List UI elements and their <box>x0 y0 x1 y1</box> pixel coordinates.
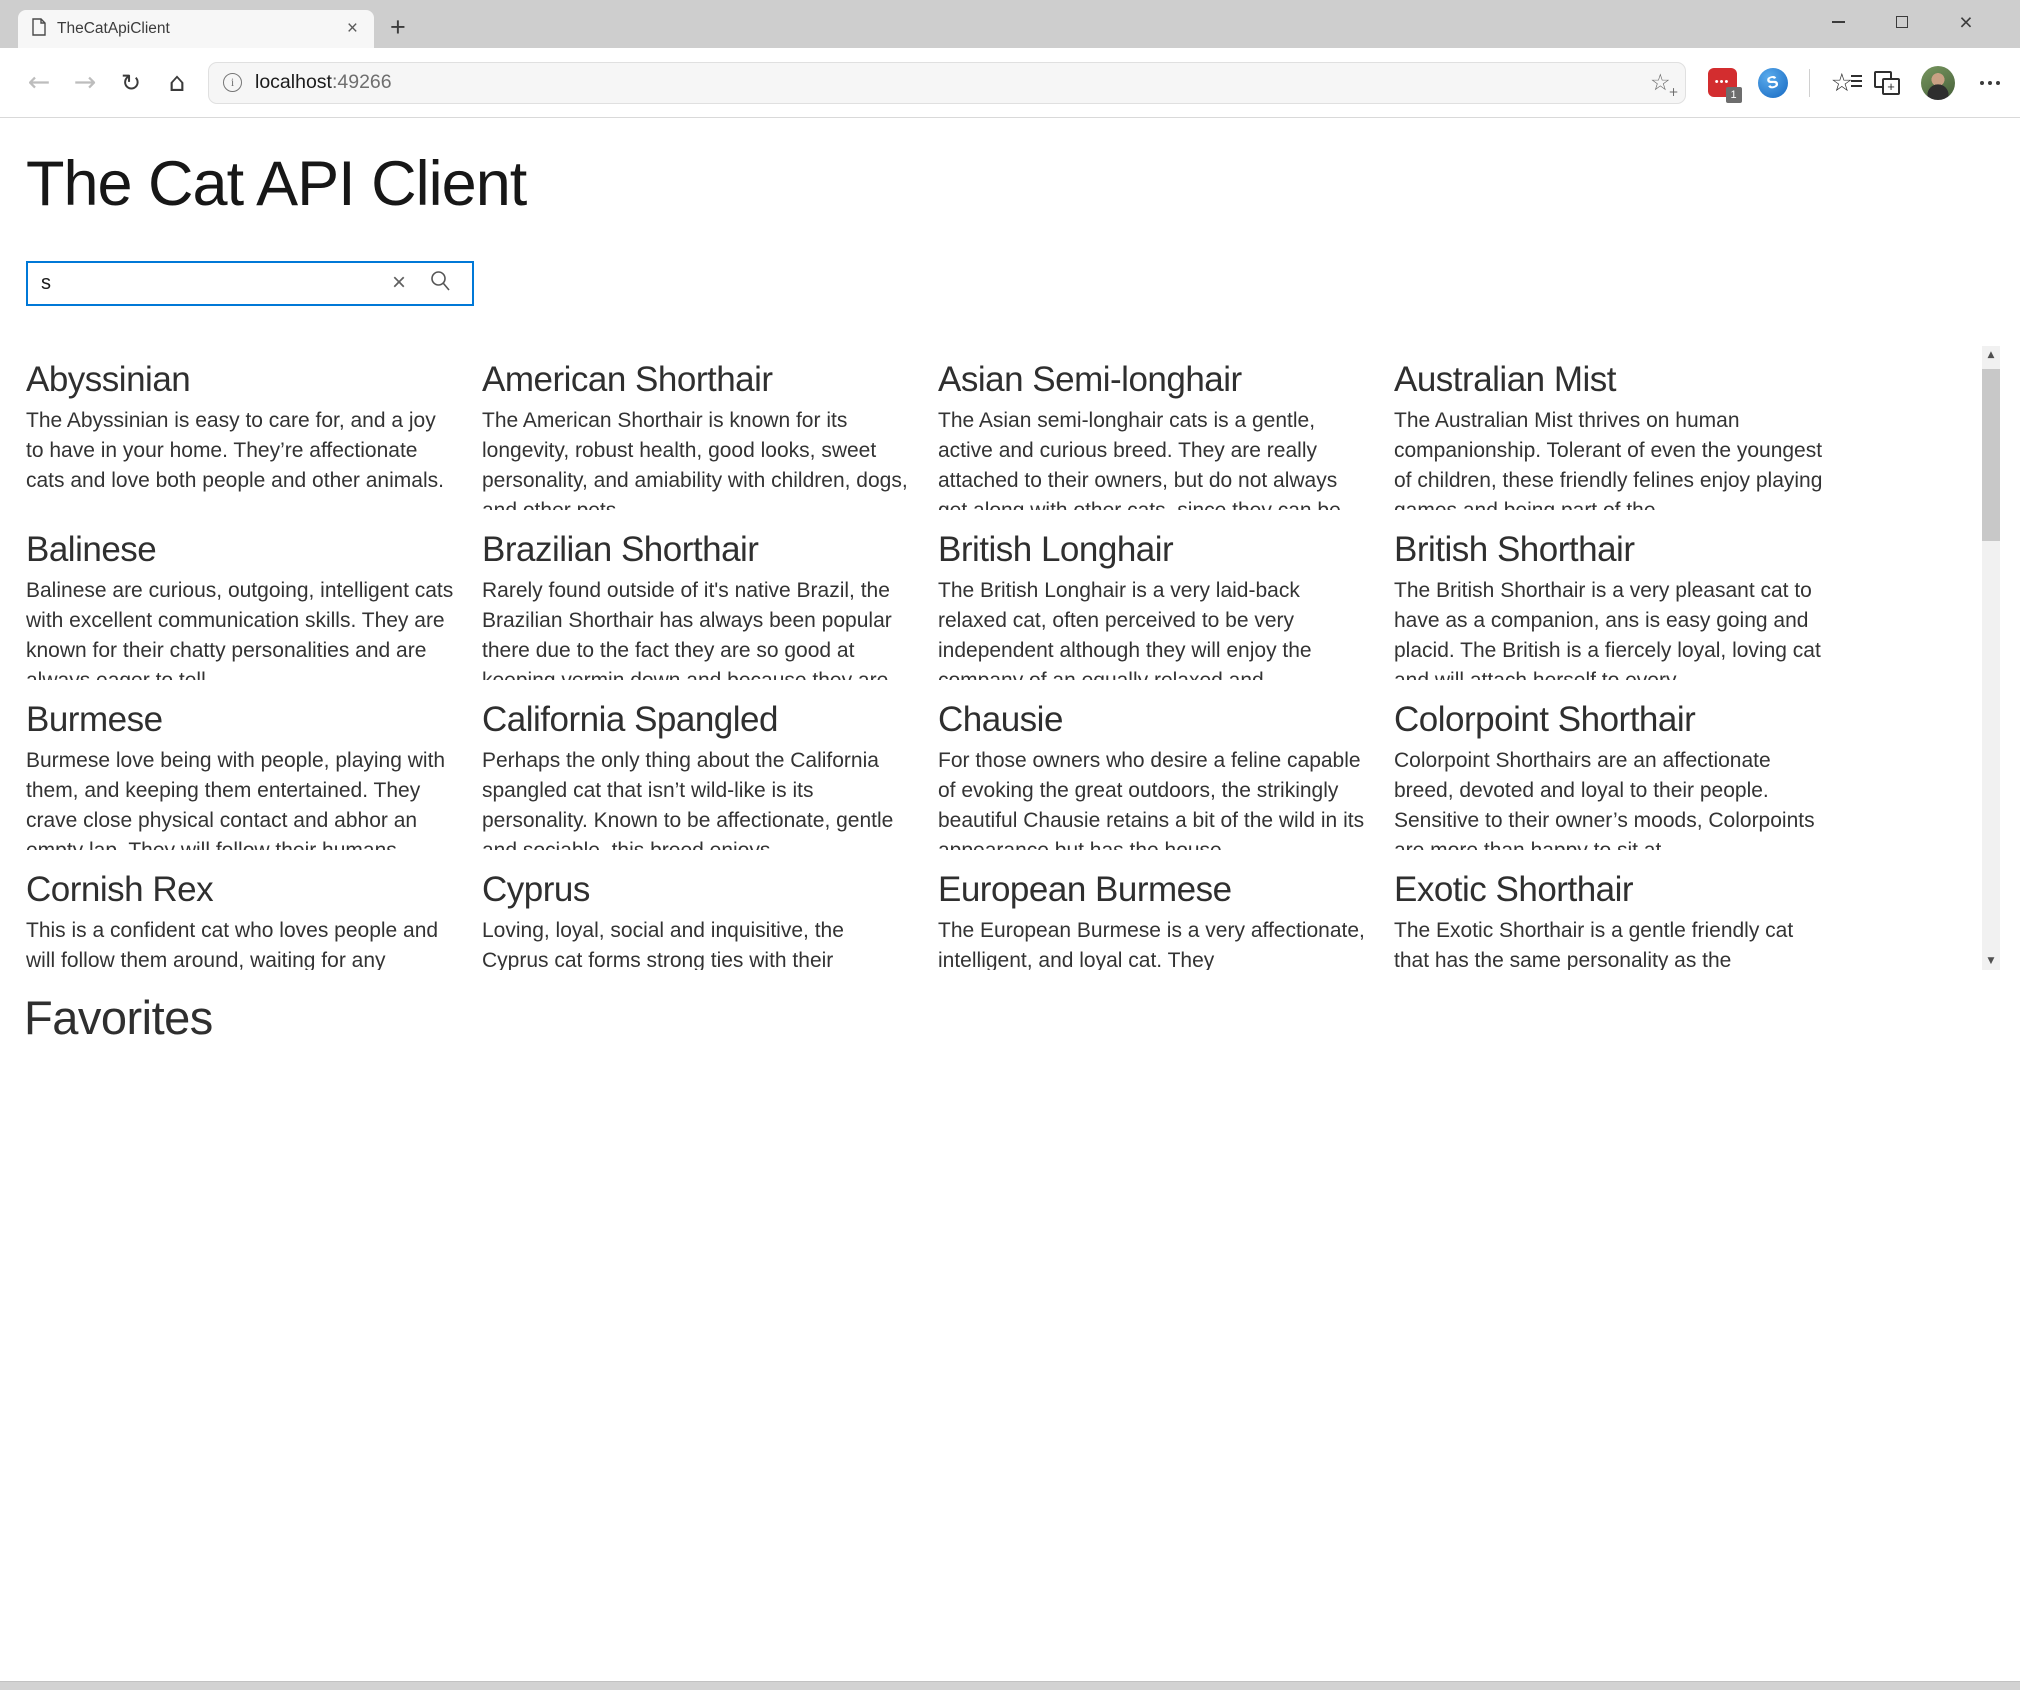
settings-menu-icon[interactable] <box>1976 81 2004 85</box>
collections-icon[interactable]: + <box>1874 71 1900 95</box>
password-extension-icon[interactable]: ••• 1 <box>1708 68 1737 97</box>
breed-description: Perhaps the only thing about the Califor… <box>482 746 914 850</box>
breed-card[interactable]: Cornish Rex This is a confident cat who … <box>26 868 458 970</box>
url-port: :49266 <box>332 71 392 93</box>
breed-name: Cyprus <box>482 868 914 912</box>
maximize-button[interactable] <box>1870 0 1934 44</box>
url-text: localhost:49266 <box>255 71 392 94</box>
tab-bar: TheCatApiClient × + × <box>0 0 2020 48</box>
toolbar-separator <box>1809 69 1810 97</box>
tab-thecatapiclient[interactable]: TheCatApiClient × <box>18 10 374 48</box>
breeds-grid: Abyssinian The Abyssinian is easy to car… <box>0 346 2020 970</box>
url-host: localhost <box>255 71 332 93</box>
new-tab-button[interactable]: + <box>390 10 406 44</box>
page-title: The Cat API Client <box>26 144 2020 226</box>
breed-description: For those owners who desire a feline cap… <box>938 746 1370 850</box>
breed-description: The Australian Mist thrives on human com… <box>1394 406 1826 510</box>
breed-name: Cornish Rex <box>26 868 458 912</box>
breed-card[interactable]: Exotic Shorthair The Exotic Shorthair is… <box>1394 868 1826 970</box>
breed-name: British Longhair <box>938 528 1370 572</box>
search-icon[interactable] <box>428 269 452 298</box>
breed-name: European Burmese <box>938 868 1370 912</box>
close-button[interactable]: × <box>1934 0 1998 44</box>
breed-name: Chausie <box>938 698 1370 742</box>
breed-name: American Shorthair <box>482 358 914 402</box>
favorites-list-icon[interactable]: ☆ <box>1831 68 1853 97</box>
breed-name: Exotic Shorthair <box>1394 868 1826 912</box>
breed-description: The American Shorthair is known for its … <box>482 406 914 510</box>
page-document-icon <box>32 18 46 41</box>
breed-card[interactable]: Brazilian Shorthair Rarely found outside… <box>482 528 914 680</box>
breed-card[interactable]: Australian Mist The Australian Mist thri… <box>1394 358 1826 510</box>
breed-card[interactable]: Chausie For those owners who desire a fe… <box>938 698 1370 850</box>
browser-toolbar: ← → ↻ ⌂ i localhost:49266 ☆+ ••• 1 S ☆ + <box>0 48 2020 118</box>
breed-name: Brazilian Shorthair <box>482 528 914 572</box>
breed-name: Asian Semi-longhair <box>938 358 1370 402</box>
tab-title: TheCatApiClient <box>57 20 341 38</box>
home-icon[interactable]: ⌂ <box>154 68 200 98</box>
refresh-icon[interactable]: ↻ <box>108 69 154 97</box>
tab-close-icon[interactable]: × <box>341 18 364 40</box>
breed-description: Burmese love being with people, playing … <box>26 746 458 850</box>
breed-card[interactable]: Burmese Burmese love being with people, … <box>26 698 458 850</box>
breed-description: The Asian semi-longhair cats is a gentle… <box>938 406 1370 510</box>
minimize-button[interactable] <box>1806 0 1870 44</box>
breed-description: This is a confident cat who loves people… <box>26 916 458 970</box>
scroll-down-icon[interactable]: ▼ <box>1982 952 2000 970</box>
breed-card[interactable]: Cyprus Loving, loyal, social and inquisi… <box>482 868 914 970</box>
window-bottom-edge <box>0 1681 2020 1690</box>
breed-card[interactable]: California Spangled Perhaps the only thi… <box>482 698 914 850</box>
scrollbar-thumb[interactable] <box>1982 369 2000 541</box>
add-favorite-star-icon[interactable]: ☆+ <box>1650 70 1671 96</box>
breed-card[interactable]: Asian Semi-longhair The Asian semi-longh… <box>938 358 1370 510</box>
blue-extension-icon[interactable]: S <box>1758 68 1788 98</box>
search-box: × <box>26 261 474 306</box>
breed-card[interactable]: Abyssinian The Abyssinian is easy to car… <box>26 358 458 510</box>
breed-description: The European Burmese is a very affection… <box>938 916 1370 970</box>
address-bar[interactable]: i localhost:49266 ☆+ <box>208 62 1686 104</box>
breed-card[interactable]: British Shorthair The British Shorthair … <box>1394 528 1826 680</box>
scroll-up-icon[interactable]: ▲ <box>1982 346 2000 364</box>
breeds-scrollbar[interactable]: ▲ ▼ <box>1982 346 2000 970</box>
breed-card[interactable]: American Shorthair The American Shorthai… <box>482 358 914 510</box>
breed-card[interactable]: British Longhair The British Longhair is… <box>938 528 1370 680</box>
window-controls: × <box>1806 0 2020 44</box>
breed-card[interactable]: European Burmese The European Burmese is… <box>938 868 1370 970</box>
breeds-scroll-area: Abyssinian The Abyssinian is easy to car… <box>0 346 2020 970</box>
breed-description: The Exotic Shorthair is a gentle friendl… <box>1394 916 1826 970</box>
breed-name: British Shorthair <box>1394 528 1826 572</box>
page-content: The Cat API Client × Abyssinian The Abys… <box>0 144 2020 1690</box>
breed-description: The British Longhair is a very laid-back… <box>938 576 1370 680</box>
site-info-icon[interactable]: i <box>223 73 242 92</box>
breed-name: Balinese <box>26 528 458 572</box>
breed-name: Australian Mist <box>1394 358 1826 402</box>
breed-name: Abyssinian <box>26 358 458 402</box>
breed-name: California Spangled <box>482 698 914 742</box>
extension-badge: 1 <box>1726 87 1742 103</box>
breed-description: Balinese are curious, outgoing, intellig… <box>26 576 458 680</box>
breed-card[interactable]: Colorpoint Shorthair Colorpoint Shorthai… <box>1394 698 1826 850</box>
favorites-heading: Favorites <box>24 988 2020 1048</box>
breed-description: Loving, loyal, social and inquisitive, t… <box>482 916 914 970</box>
breed-description: The British Shorthair is a very pleasant… <box>1394 576 1826 680</box>
breed-name: Colorpoint Shorthair <box>1394 698 1826 742</box>
breed-description: The Abyssinian is easy to care for, and … <box>26 406 458 510</box>
extensions-cluster: ••• 1 S ☆ + <box>1708 66 2004 100</box>
breed-card[interactable]: Balinese Balinese are curious, outgoing,… <box>26 528 458 680</box>
profile-avatar[interactable] <box>1921 66 1955 100</box>
forward-icon[interactable]: → <box>62 67 108 98</box>
breed-name: Burmese <box>26 698 458 742</box>
breed-description: Colorpoint Shorthairs are an affectionat… <box>1394 746 1826 850</box>
search-input[interactable] <box>41 272 382 295</box>
breed-description: Rarely found outside of it's native Braz… <box>482 576 914 680</box>
clear-search-icon[interactable]: × <box>382 271 428 295</box>
back-icon[interactable]: ← <box>16 67 62 98</box>
